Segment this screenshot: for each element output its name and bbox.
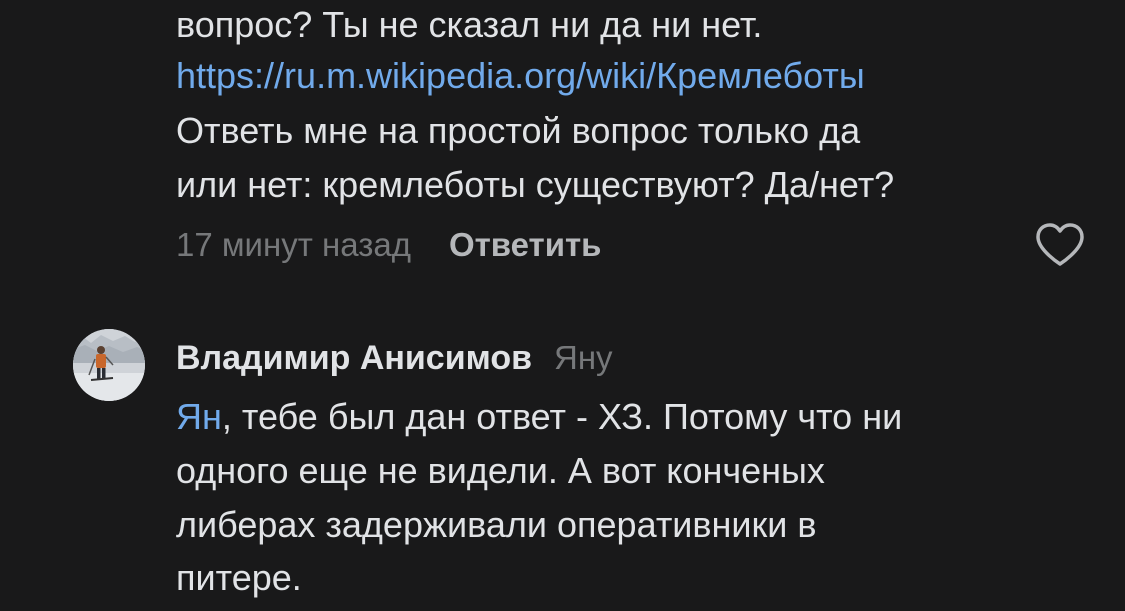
avatar[interactable] <box>73 329 145 401</box>
comments-thread: вопрос? Ты не сказал ни да ни нет. https… <box>0 0 1125 611</box>
comment-meta: 17 минут назад Ответить <box>176 220 601 270</box>
comment-text-line: Ответь мне на простой вопрос только да <box>176 110 861 151</box>
comment-text-line: вопрос? Ты не сказал ни да ни нет. <box>176 4 763 45</box>
heart-icon[interactable] <box>1034 222 1086 268</box>
user-avatar-photo <box>73 329 145 401</box>
comment-text-line: либерах задерживали оперативники в <box>176 504 817 545</box>
comment-text-line: или нет: кремлеботы существуют? Да/нет? <box>176 164 895 205</box>
author-name[interactable]: Владимир Анисимов <box>176 339 532 378</box>
comment-timestamp: 17 минут назад <box>176 226 411 263</box>
reply-button[interactable]: Ответить <box>449 226 602 264</box>
comment-link[interactable]: https://ru.m.wikipedia.org/wiki/Кремлебо… <box>176 48 865 104</box>
reply-to-label[interactable]: Яну <box>554 339 613 377</box>
comment-author-row: Владимир Анисимов Яну <box>176 333 613 383</box>
comment-text-line: Ян, тебе был дан ответ - ХЗ. Потому что … <box>176 389 902 445</box>
mention-link[interactable]: Ян <box>176 396 222 437</box>
comment-text-line: одного еще не видели. А вот конченых <box>176 450 825 491</box>
comment-text-line: питере. <box>176 557 302 598</box>
comment-text-fragment: , тебе был дан ответ - ХЗ. Потому что ни <box>221 396 903 437</box>
heart-outline-icon <box>1036 223 1084 266</box>
